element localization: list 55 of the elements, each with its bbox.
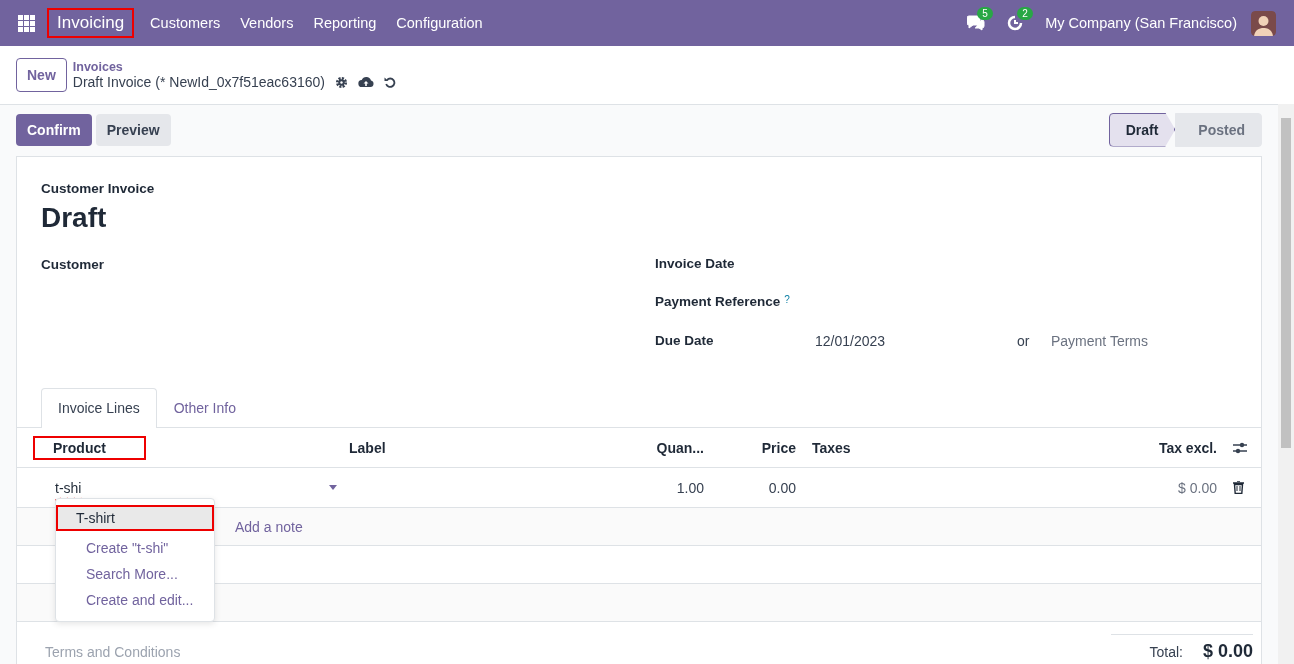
cloud-upload-icon[interactable]	[357, 76, 374, 88]
dropdown-action[interactable]: Create "t-shi"	[56, 535, 214, 561]
tab[interactable]: Invoice Lines	[41, 388, 157, 428]
app-title[interactable]: Invoicing	[47, 8, 135, 38]
apps-grid-icon[interactable]	[18, 14, 35, 32]
settings-icon[interactable]	[334, 75, 348, 89]
avatar-icon[interactable]	[1251, 10, 1276, 36]
total-amount: $ 0.00	[1202, 641, 1253, 662]
column-header[interactable]: Label	[349, 439, 386, 456]
separator-text: or	[1017, 332, 1031, 349]
chat-icon[interactable]	[967, 15, 986, 31]
table-cell: 1.00	[676, 479, 704, 496]
clock-icon[interactable]	[1007, 15, 1024, 31]
message-count-badge: 5	[977, 7, 993, 20]
undo-icon[interactable]	[383, 76, 396, 88]
scrollbar[interactable]	[1278, 104, 1294, 664]
field-label: Payment Reference	[655, 294, 781, 309]
status-step[interactable]: Posted	[1175, 112, 1262, 147]
preview-button[interactable]: Preview	[95, 113, 171, 146]
menu-item[interactable]: Vendors	[230, 15, 304, 31]
product-input[interactable]: t-shi	[55, 479, 82, 496]
activity-count-badge: 2	[1017, 7, 1033, 20]
confirm-button[interactable]: Confirm	[16, 113, 92, 146]
column-header[interactable]: Quan...	[656, 439, 704, 456]
tab[interactable]: Other Info	[156, 388, 253, 428]
total-label: Total:	[1149, 644, 1183, 660]
menu-item[interactable]: Configuration	[386, 15, 493, 31]
column-header[interactable]: Tax excl.	[1158, 439, 1217, 456]
breadcrumb-link[interactable]: Invoices	[72, 60, 396, 74]
trash-icon[interactable]	[1233, 481, 1244, 494]
column-header[interactable]: Product	[35, 437, 144, 458]
add-note-link[interactable]: Add a note	[235, 518, 303, 535]
invoice-title: Draft	[41, 202, 108, 234]
sliders-icon[interactable]	[1233, 441, 1247, 454]
field-label: Due Date	[655, 333, 714, 348]
table-cell: $ 0.00	[1178, 479, 1217, 496]
column-header[interactable]: Price	[761, 439, 796, 456]
dropdown-action[interactable]: Search More...	[56, 561, 214, 587]
dropdown-action[interactable]: Create and edit...	[56, 587, 214, 613]
record-title: Draft Invoice (* NewId_0x7f51eac63160)	[72, 74, 325, 90]
status-step[interactable]: Draft	[1108, 112, 1176, 147]
dropdown-option[interactable]: T-shirt	[56, 505, 214, 531]
date-field[interactable]: 12/01/2023	[815, 332, 1017, 349]
company-name[interactable]: My Company (San Francisco)	[1045, 15, 1237, 31]
dropdown-caret-icon[interactable]	[329, 485, 337, 490]
payment-terms-field[interactable]: Payment Terms	[1051, 332, 1148, 349]
document-type-label: Customer Invoice	[41, 181, 156, 196]
menu-item[interactable]: Reporting	[303, 15, 387, 31]
field-label: Customer	[41, 257, 104, 272]
new-button[interactable]: New	[16, 58, 67, 92]
menu-item[interactable]: Customers	[140, 15, 231, 31]
field-label: Invoice Date	[655, 256, 735, 271]
column-header[interactable]: Taxes	[812, 439, 851, 456]
help-tooltip-link[interactable]: ?	[784, 294, 790, 305]
table-cell: 0.00	[768, 479, 796, 496]
